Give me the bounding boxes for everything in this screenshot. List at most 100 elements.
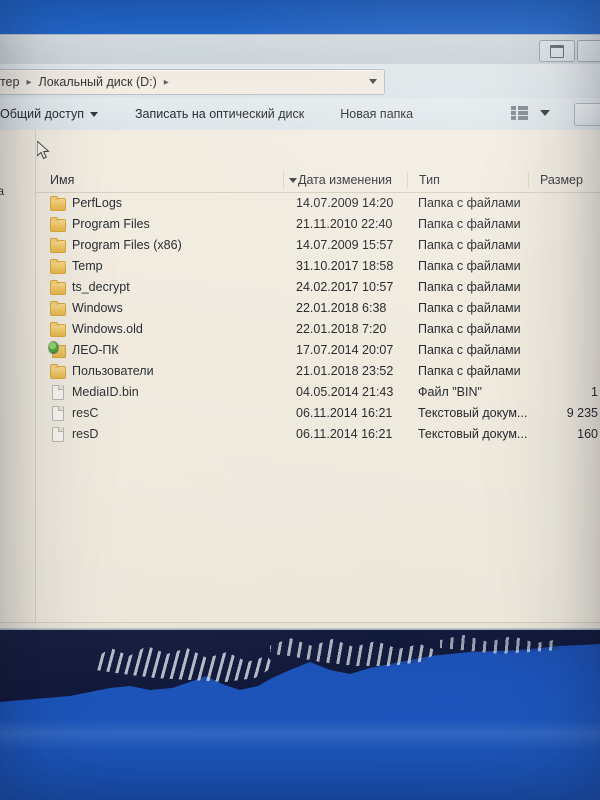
file-name-label: MediaID.bin: [72, 384, 139, 399]
breadcrumb-separator-icon[interactable]: ▸: [164, 77, 169, 88]
folder-icon: [50, 196, 66, 211]
file-name-cell[interactable]: Windows: [50, 300, 123, 316]
file-name-cell[interactable]: resC: [50, 406, 98, 421]
window-title-bar[interactable]: [0, 34, 600, 65]
chevron-down-icon[interactable]: [540, 110, 550, 116]
file-date-cell: 14.07.2009 14:20: [296, 195, 394, 210]
table-row[interactable]: Program Files 21.11.2010 22:40 Папка с фай…: [36, 213, 600, 234]
file-icon: [50, 385, 65, 400]
file-type-cell: Папка с файлами: [418, 342, 521, 357]
file-type-cell: Папка с файлами: [418, 321, 521, 336]
file-name-label: Program Files: [72, 216, 150, 231]
breadcrumb-item-local-disk-d[interactable]: Локальный диск (D:): [39, 75, 157, 89]
file-name-label: ts_decrypt: [72, 279, 130, 294]
table-row[interactable]: ЛЕО-ПК 17.07.2014 20:07 Папка с файлами: [36, 339, 600, 360]
file-name-cell[interactable]: Temp: [50, 258, 103, 274]
file-size-cell: 1: [591, 384, 598, 399]
file-date-cell: 17.07.2014 20:07: [296, 342, 394, 357]
folder-icon: [50, 364, 66, 379]
sort-indicator-icon: [289, 178, 297, 183]
folder-icon: [50, 322, 66, 337]
column-header-row: Имя Дата изменения Тип Размер: [36, 170, 600, 193]
window-body: ста л ая Имя Дата изменения Тип Размер P…: [0, 130, 600, 630]
close-button[interactable]: [577, 40, 600, 62]
table-row[interactable]: PerfLogs 14.07.2009 14:20 Папка с файлами: [36, 192, 600, 213]
file-name-label: Windows: [72, 300, 123, 315]
file-name-label: PerfLogs: [72, 195, 123, 210]
toolbar-share-label: Общий доступ: [0, 107, 84, 121]
column-header-type[interactable]: Тип: [419, 173, 440, 187]
file-name-label: Program Files (x86): [72, 237, 182, 252]
chevron-down-icon[interactable]: [369, 79, 377, 84]
table-row[interactable]: resC 06.11.2014 16:21 Текстовый докум... 9 …: [36, 402, 600, 423]
file-date-cell: 22.01.2018 7:20: [296, 321, 387, 336]
file-name-label: resD: [72, 426, 99, 441]
file-name-cell[interactable]: ts_decrypt: [50, 279, 130, 295]
table-row[interactable]: Windows 22.01.2018 6:38 Папка с файлами: [36, 297, 600, 318]
file-name-cell[interactable]: Program Files: [50, 216, 150, 232]
table-row[interactable]: MediaID.bin 04.05.2014 21:43 Файл "BIN" 1: [36, 381, 600, 402]
file-name-label: ЛЕО-ПК: [72, 342, 119, 357]
folder-icon: [50, 280, 66, 295]
toolbar-burn-label: Записать на оптический диск: [134, 107, 305, 121]
file-type-cell: Файл "BIN": [418, 384, 482, 399]
table-row[interactable]: resD 06.11.2014 16:21 Текстовый докум... 16…: [36, 423, 600, 444]
address-bar: мпьютер ▸ Локальный диск (D:) ▸ Поиск: Л…: [0, 64, 600, 125]
file-name-label: Temp: [72, 258, 103, 273]
file-type-cell: Папка с файлами: [418, 195, 521, 210]
special-folder-icon: [49, 342, 66, 358]
explorer-window: мпьютер ▸ Локальный диск (D:) ▸ Поиск: Л…: [0, 34, 600, 630]
file-type-cell: Папка с файлами: [418, 216, 521, 231]
window-controls: [539, 40, 600, 62]
file-type-cell: Папка с файлами: [418, 258, 521, 273]
file-type-cell: Папка с файлами: [418, 237, 521, 252]
file-type-cell: Папка с файлами: [418, 279, 521, 294]
chevron-down-icon: [89, 111, 98, 117]
file-name-label: Пользователи: [72, 363, 154, 378]
file-name-label: Windows.old: [72, 321, 143, 336]
file-name-cell[interactable]: PerfLogs: [50, 195, 123, 211]
preview-pane-button[interactable]: [574, 103, 600, 126]
column-header-name[interactable]: Имя: [50, 173, 74, 187]
file-date-cell: 24.02.2017 10:57: [296, 279, 394, 294]
file-date-cell: 21.01.2018 23:52: [296, 363, 394, 378]
column-header-size[interactable]: Размер: [540, 173, 583, 187]
restore-icon: [550, 44, 564, 58]
navigation-pane[interactable]: ста л ая: [0, 130, 36, 630]
table-row[interactable]: Temp 31.10.2017 18:58 Папка с файлами: [36, 255, 600, 276]
breadcrumb-bar[interactable]: мпьютер ▸ Локальный диск (D:) ▸: [0, 69, 385, 95]
toolbar-new-folder-button[interactable]: Новая папка: [340, 107, 413, 121]
folder-icon: [50, 217, 66, 232]
file-date-cell: 31.10.2017 18:58: [296, 258, 394, 273]
file-icon: [50, 406, 65, 421]
file-name-cell[interactable]: resD: [50, 426, 99, 442]
file-name-cell[interactable]: ЛЕО-ПК: [49, 342, 119, 358]
restore-button[interactable]: [539, 40, 575, 62]
file-name-cell[interactable]: Пользователи: [50, 363, 154, 379]
file-name-cell[interactable]: MediaID.bin: [50, 384, 139, 400]
file-name-cell[interactable]: Windows.old: [50, 321, 143, 337]
breadcrumb-item-computer[interactable]: мпьютер: [0, 75, 19, 89]
window-bottom-edge: [0, 628, 600, 630]
toolbar-new-folder-label: Новая папка: [340, 107, 414, 121]
breadcrumb-separator-icon: ▸: [26, 76, 32, 88]
toolbar-burn-button[interactable]: Записать на оптический диск: [135, 107, 304, 121]
folder-icon: [50, 301, 66, 316]
nav-item-fragment[interactable]: ста: [0, 184, 4, 198]
table-row[interactable]: Windows.old 22.01.2018 7:20 Папка с файлам…: [36, 318, 600, 339]
table-row[interactable]: Пользователи 21.01.2018 23:52 Папка с файл…: [36, 360, 600, 381]
table-row[interactable]: ts_decrypt 24.02.2017 10:57 Папка с файлам…: [36, 276, 600, 297]
file-date-cell: 06.11.2014 16:21: [296, 426, 393, 441]
file-list: PerfLogs 14.07.2009 14:20 Папка с файлами P…: [36, 192, 600, 444]
mouse-cursor: [37, 141, 50, 160]
file-type-cell: Папка с файлами: [418, 363, 521, 378]
column-header-date[interactable]: Дата изменения: [298, 173, 392, 187]
file-date-cell: 21.11.2010 22:40: [296, 216, 393, 231]
file-date-cell: 04.05.2014 21:43: [296, 384, 394, 399]
table-row[interactable]: Program Files (x86) 14.07.2009 15:57 Папка…: [36, 234, 600, 255]
toolbar-share-button[interactable]: Общий доступ: [0, 107, 98, 121]
list-view-icon[interactable]: [511, 106, 528, 121]
file-name-cell[interactable]: Program Files (x86): [50, 237, 182, 253]
file-date-cell: 06.11.2014 16:21: [296, 405, 393, 420]
wallpaper-haze: [0, 720, 600, 750]
